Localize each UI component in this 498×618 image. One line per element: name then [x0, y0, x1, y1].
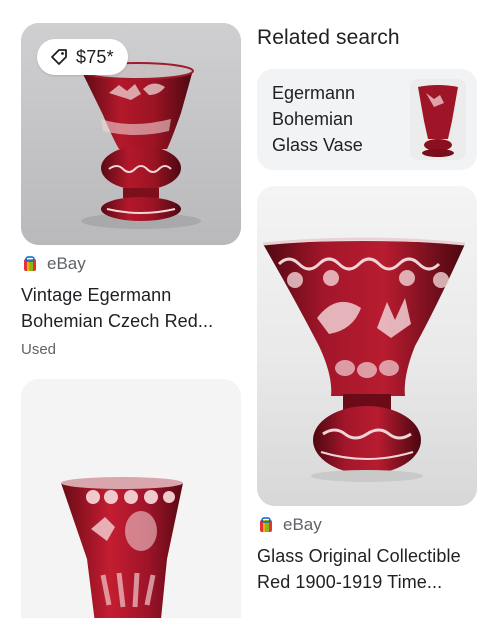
ebay-logo-icon [23, 256, 37, 272]
result-title-1[interactable]: Vintage Egermann Bohemian Czech Red... [21, 282, 213, 334]
related-thumbnail [410, 79, 466, 160]
vase-image [21, 379, 241, 618]
related-label-line: Egermann [272, 83, 356, 103]
vase-image [257, 186, 477, 506]
vase-thumbnail-image [410, 79, 466, 160]
related-label-line: Glass Vase [272, 135, 363, 155]
result-image-vase-3[interactable] [257, 186, 477, 506]
tag-icon [49, 47, 69, 67]
result-image-vase-2[interactable] [21, 379, 241, 618]
related-label-line: Bohemian [272, 109, 354, 129]
title-line: Vintage Egermann [21, 285, 172, 305]
result-source-1[interactable]: eBay [23, 254, 86, 274]
price-badge: $75* [37, 39, 128, 75]
related-search-label: Egermann Bohemian Glass Vase [272, 80, 402, 158]
title-line: Glass Original Collectible [257, 546, 461, 566]
price-text: $75* [76, 46, 114, 67]
condition-label: Used [21, 341, 57, 358]
related-search-heading: Related search [257, 26, 400, 49]
title-line: Red 1900-1919 Time... [257, 572, 443, 592]
source-name: eBay [47, 254, 86, 273]
result-source-3[interactable]: eBay [259, 515, 322, 535]
source-name: eBay [283, 515, 322, 534]
result-title-3[interactable]: Glass Original Collectible Red 1900-1919… [257, 543, 493, 595]
image-results-grid: $75* eBay Vintage Egermann Bohemian Czec… [0, 0, 498, 618]
ebay-logo-icon [259, 517, 273, 533]
related-search-chip[interactable]: Egermann Bohemian Glass Vase [257, 69, 477, 170]
title-line: Bohemian Czech Red... [21, 311, 214, 331]
